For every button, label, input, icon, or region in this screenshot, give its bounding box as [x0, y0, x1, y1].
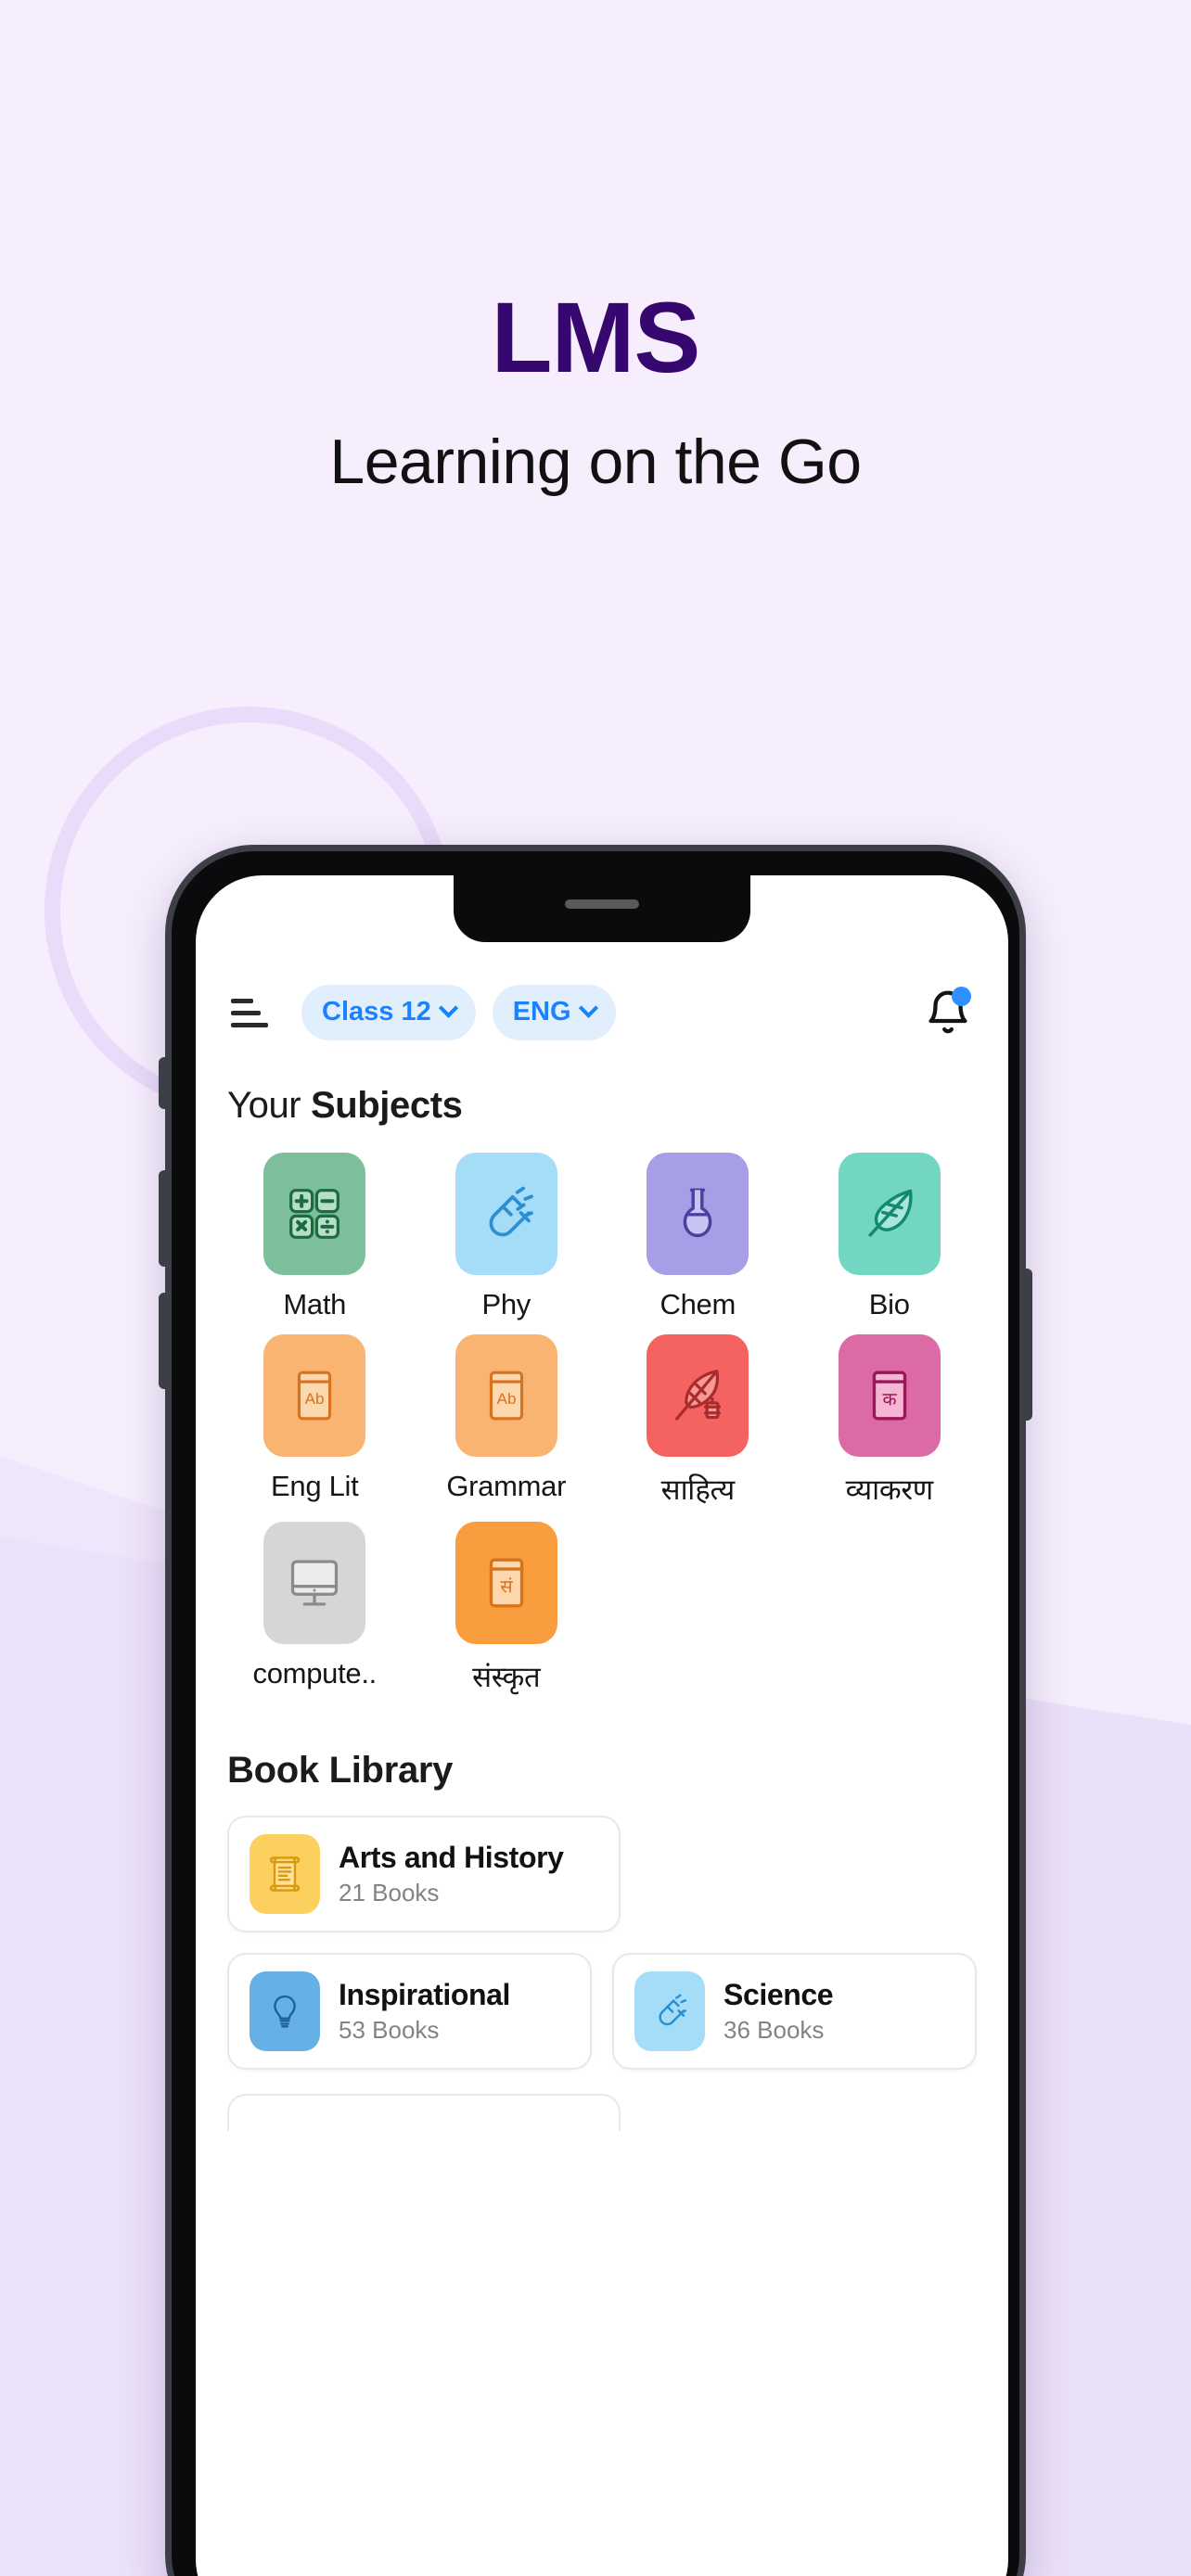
book-ka-icon: क — [872, 1371, 906, 1421]
library-card-arts-and-history[interactable]: Arts and History 21 Books — [227, 1816, 621, 1932]
phone-screen: Class 12 ENG Your Subjects Math Phy Chem… — [196, 875, 1008, 2576]
scroll-icon — [269, 1856, 301, 1892]
flask-icon — [683, 1188, 712, 1238]
library-card-name: Arts and History — [339, 1841, 564, 1874]
monitor-icon — [291, 1560, 339, 1606]
subject-item-sahitya[interactable]: साहित्य — [610, 1334, 786, 1509]
svg-text:क: क — [882, 1389, 897, 1409]
subject-tile — [455, 1153, 557, 1275]
subject-item-sanskrit[interactable]: सं संस्कृत — [419, 1522, 595, 1696]
phone-volume-down-button — [159, 1293, 172, 1389]
book-ab-icon: Ab — [298, 1371, 332, 1421]
phone-volume-up-button — [159, 1170, 172, 1267]
subject-label: Grammar — [446, 1470, 567, 1502]
lms-app: Class 12 ENG Your Subjects Math Phy Chem… — [196, 875, 1008, 2576]
subjects-title-bold: Subjects — [310, 1085, 463, 1126]
subject-item-vyakaran[interactable]: क व्याकरण — [802, 1334, 978, 1509]
library-card-partial-next[interactable] — [227, 2094, 621, 2131]
language-selector-chip[interactable]: ENG — [492, 985, 616, 1040]
phone-power-button — [1019, 1269, 1032, 1421]
notch-speaker — [565, 899, 639, 909]
library-card-name: Science — [724, 1978, 834, 2011]
library-card-icon-wrap — [250, 1834, 320, 1914]
subject-tile: Ab — [455, 1334, 557, 1457]
subject-tile — [647, 1153, 749, 1275]
library-card-text: Arts and History 21 Books — [339, 1841, 564, 1907]
subject-tile: सं — [455, 1522, 557, 1644]
chevron-down-icon — [578, 998, 598, 1018]
library-card-text: Inspirational 53 Books — [339, 1978, 510, 2045]
page-subtitle: Learning on the Go — [329, 427, 862, 497]
class-selector-chip[interactable]: Class 12 — [301, 985, 476, 1040]
notification-button[interactable] — [923, 987, 973, 1039]
subjects-title-light: Your — [227, 1085, 311, 1126]
library-card-inspirational[interactable]: Inspirational 53 Books — [227, 1953, 592, 2070]
subject-label: compute.. — [252, 1657, 378, 1690]
book-sam-icon: सं — [489, 1558, 523, 1608]
svg-text:Ab: Ab — [305, 1390, 325, 1408]
hero-section: LMS Learning on the Go — [0, 0, 1191, 497]
library-card-row: Inspirational 53 Books Science 36 Books — [227, 1953, 977, 2070]
hamburger-menu-icon[interactable] — [231, 998, 274, 1027]
subject-item-bio[interactable]: Bio — [802, 1153, 978, 1321]
subject-tile — [647, 1334, 749, 1457]
subject-label: Phy — [481, 1288, 531, 1320]
magnet-icon — [659, 1994, 687, 2026]
subject-item-math[interactable]: Math — [227, 1153, 403, 1321]
subject-item-eng-lit[interactable]: Ab Eng Lit — [227, 1334, 403, 1509]
subject-label: Math — [283, 1288, 347, 1320]
library-card-count: 36 Books — [724, 2016, 825, 2044]
lightbulb-icon — [274, 1995, 296, 2028]
book-ab-icon: Ab — [489, 1371, 523, 1421]
subject-grid: Math Phy Chem Bio Ab Eng Lit Ab Grammar … — [227, 1153, 977, 1696]
subject-tile — [838, 1153, 941, 1275]
magnet-icon — [489, 1186, 533, 1237]
subject-label: साहित्य — [660, 1473, 736, 1506]
subject-tile — [263, 1522, 366, 1644]
subject-tile: Ab — [263, 1334, 366, 1457]
library-card-icon-wrap — [250, 1971, 320, 2051]
subject-item-phy[interactable]: Phy — [419, 1153, 595, 1321]
calculator-icon — [289, 1189, 340, 1239]
page-title: LMS — [491, 281, 701, 393]
subject-item-computer[interactable]: compute.. — [227, 1522, 403, 1696]
subject-label: संस्कृत — [472, 1661, 541, 1693]
subject-tile: क — [838, 1334, 941, 1457]
app-bar: Class 12 ENG — [227, 979, 977, 1046]
subjects-section-title: Your Subjects — [227, 1085, 977, 1127]
class-selector-label: Class 12 — [322, 997, 431, 1027]
phone-silent-switch — [159, 1057, 172, 1109]
library-card-text: Science 36 Books — [724, 1978, 834, 2045]
quill-ink-icon — [675, 1370, 722, 1421]
phone-mockup: Class 12 ENG Your Subjects Math Phy Chem… — [159, 845, 1032, 2576]
subject-tile — [263, 1153, 366, 1275]
library-card-count: 21 Books — [339, 1879, 440, 1906]
library-card-science[interactable]: Science 36 Books — [612, 1953, 977, 2070]
subject-label: Chem — [660, 1288, 736, 1320]
library-card-icon-wrap — [634, 1971, 705, 2051]
svg-text:Ab: Ab — [496, 1390, 516, 1408]
library-section-title: Book Library — [227, 1750, 454, 1791]
language-selector-label: ENG — [512, 997, 571, 1027]
subject-label: Bio — [868, 1288, 910, 1320]
notification-badge-dot — [952, 987, 971, 1006]
library-card-count: 53 Books — [339, 2016, 440, 2044]
chevron-down-icon — [438, 998, 458, 1018]
leaf-icon — [868, 1189, 913, 1237]
phone-notch — [454, 875, 750, 942]
subject-item-chem[interactable]: Chem — [610, 1153, 786, 1321]
svg-text:सं: सं — [500, 1576, 513, 1597]
subject-label: व्याकरण — [845, 1473, 934, 1506]
library-card-name: Inspirational — [339, 1978, 511, 2011]
subject-item-grammar[interactable]: Ab Grammar — [419, 1334, 595, 1509]
subject-label: Eng Lit — [271, 1470, 359, 1502]
